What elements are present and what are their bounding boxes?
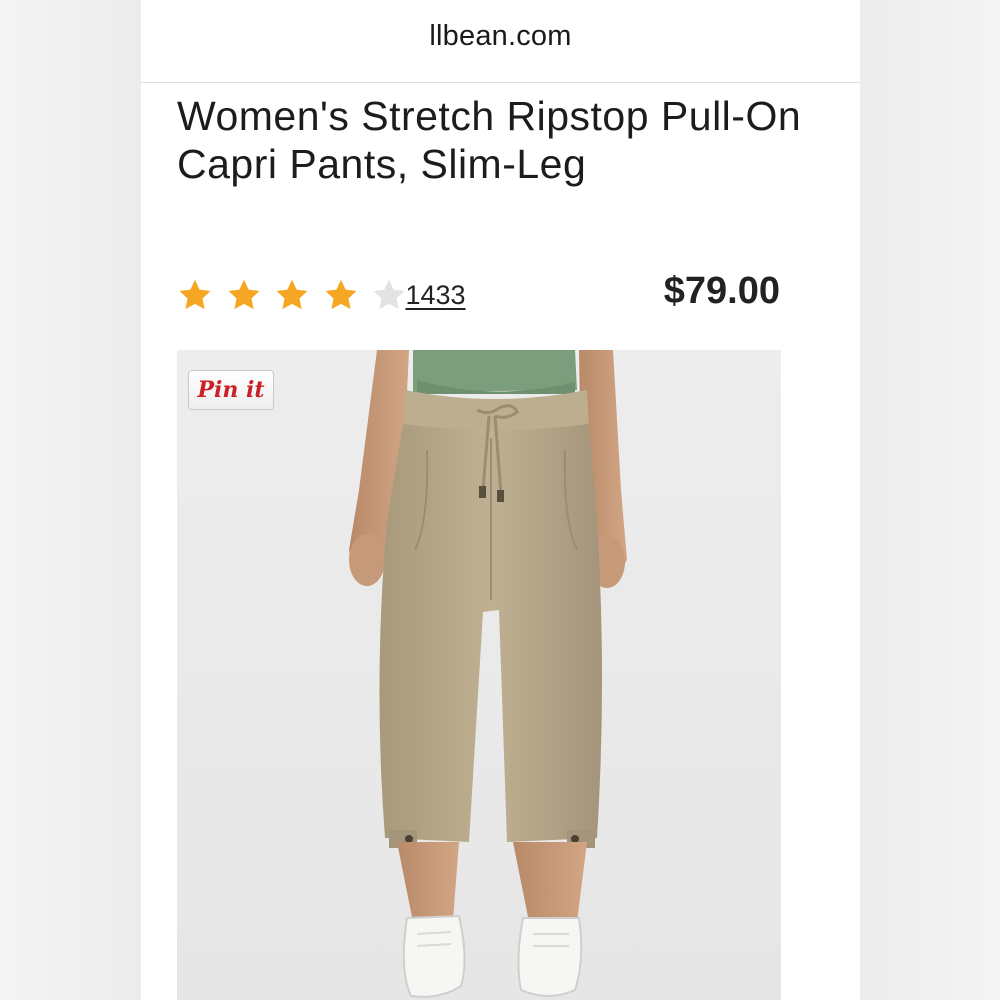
product-page: llbean.com Women's Stretch Ripstop Pull-…	[141, 0, 860, 1000]
star-empty-icon	[373, 279, 405, 310]
pin-it-button[interactable]: Pin it	[188, 370, 274, 410]
star-icon	[276, 279, 308, 310]
left-background	[0, 0, 141, 1000]
url-text: llbean.com	[429, 19, 572, 52]
address-bar[interactable]: llbean.com	[141, 0, 860, 83]
product-title: Women's Stretch Ripstop Pull-On Capri Pa…	[177, 93, 802, 187]
star-icon	[179, 279, 211, 310]
star-icon	[228, 279, 259, 310]
review-count-link[interactable]: 1433	[406, 280, 466, 311]
rating-row[interactable]: 1433	[177, 272, 466, 318]
star-icon	[325, 279, 356, 310]
product-image[interactable]: Pin it	[177, 350, 781, 1000]
model-photo	[349, 350, 627, 998]
product-price: $79.00	[663, 270, 780, 312]
right-background	[859, 0, 1000, 1000]
